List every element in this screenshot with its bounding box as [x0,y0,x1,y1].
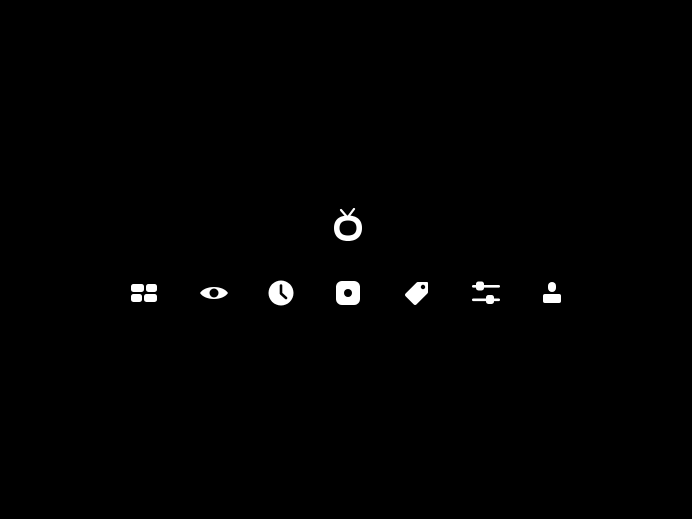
sliders-icon [472,281,500,304]
icon-navigation-bar [128,279,564,307]
user-icon [543,282,561,303]
app-screen [0,0,692,519]
nav-discover-button[interactable] [198,279,230,307]
nav-board-button[interactable] [128,279,160,307]
tv-logo-icon [332,207,364,244]
tag-icon [405,282,428,305]
clock-icon [268,280,294,306]
eye-icon [200,287,228,299]
grid-icon [131,284,157,302]
nav-addons-button[interactable] [401,279,433,307]
disc-icon [336,281,360,305]
nav-profile-button[interactable] [536,279,568,307]
nav-library-button[interactable] [332,279,364,307]
nav-settings-button[interactable] [470,279,502,307]
nav-history-button[interactable] [265,279,297,307]
